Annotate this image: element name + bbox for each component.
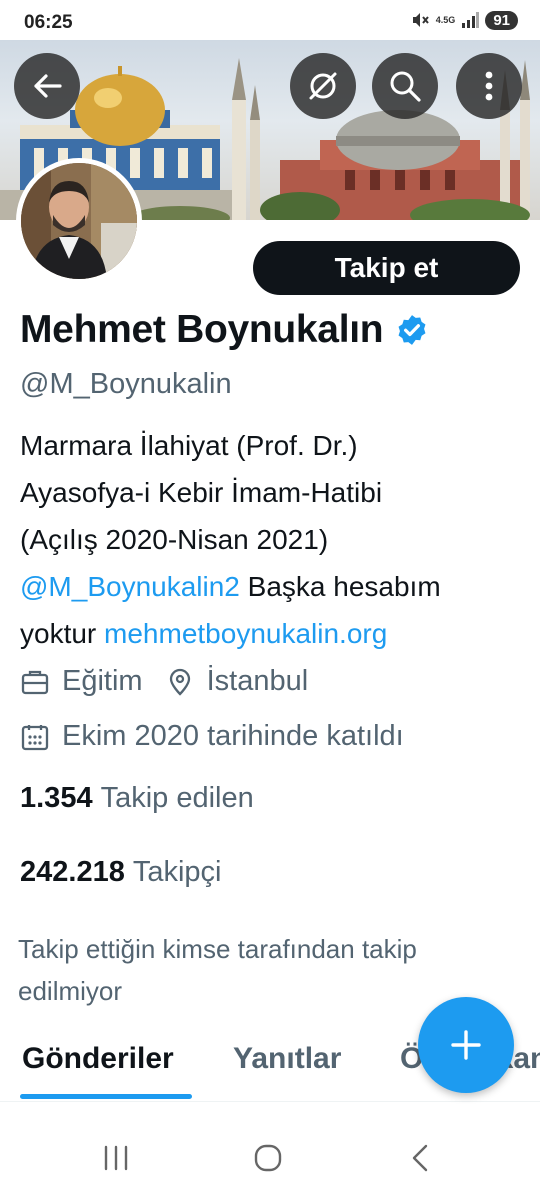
- calendar-icon: [21, 724, 49, 750]
- profile-meta-row: Ekim 2020 tarihinde katıldı: [20, 720, 404, 753]
- status-icons: 4.5G 91: [410, 10, 518, 30]
- more-vertical-icon: [485, 71, 493, 101]
- bio-line: (Açılış 2020-Nisan 2021): [20, 524, 329, 555]
- mute-notifications-button[interactable]: [290, 53, 356, 119]
- following-count: 1.354: [20, 782, 93, 814]
- system-back-button[interactable]: [390, 1138, 450, 1178]
- location-pin-icon: [169, 668, 190, 696]
- tab-replies[interactable]: Yanıtlar: [233, 1042, 341, 1076]
- system-navigation-bar: [0, 1110, 540, 1199]
- bio-text: yoktur: [20, 618, 105, 649]
- back-icon: [412, 1144, 428, 1172]
- briefcase-icon: [21, 670, 49, 694]
- bio-line: Ayasofya-i Kebir İmam-Hatibi: [20, 477, 383, 508]
- status-time: 06:25: [24, 12, 73, 33]
- following-count-link[interactable]: 1.354 Takip edilen: [20, 782, 254, 815]
- active-tab-indicator: [20, 1094, 192, 1099]
- bio-text: Başka hesabım: [239, 571, 441, 602]
- profile-category: Eğitim: [62, 665, 143, 697]
- arrow-left-icon: [34, 74, 62, 98]
- compose-post-button[interactable]: [418, 997, 514, 1093]
- home-button[interactable]: [238, 1138, 298, 1178]
- signal-icon: [462, 12, 480, 28]
- bio-line: @M_Boynukalin2 Başka hesabım: [20, 563, 525, 610]
- recent-apps-icon: [104, 1145, 128, 1171]
- plus-icon: [451, 1030, 481, 1060]
- avatar-image: [21, 163, 137, 279]
- joined-date: Ekim 2020 tarihinde katıldı: [62, 720, 404, 752]
- bio-line: yoktur mehmetboynukalin.org: [20, 610, 525, 657]
- display-name: Mehmet Boynukalın: [20, 308, 384, 351]
- status-bar: 06:25 4.5G 91: [0, 0, 540, 44]
- search-button[interactable]: [372, 53, 438, 119]
- name-row: Mehmet Boynukalın: [20, 308, 429, 352]
- mute-icon: [412, 13, 429, 27]
- profile-handle: @M_Boynukalin: [20, 368, 232, 400]
- followers-count: 242.218: [20, 856, 125, 888]
- network-label: 4.5G: [435, 15, 456, 25]
- follow-button[interactable]: Takip et: [253, 241, 520, 295]
- verified-badge-icon[interactable]: [395, 313, 429, 347]
- profile-meta-row: Eğitim İstanbul: [20, 665, 308, 698]
- recent-apps-button[interactable]: [86, 1138, 146, 1178]
- bell-off-icon: [309, 72, 337, 100]
- back-button[interactable]: [14, 53, 80, 119]
- following-label: Takip edilen: [100, 782, 254, 814]
- more-options-button[interactable]: [456, 53, 522, 119]
- bio-line: Marmara İlahiyat (Prof. Dr.): [20, 430, 358, 461]
- profile-avatar[interactable]: [16, 158, 142, 284]
- bio-mention-link[interactable]: @M_Boynukalin2: [20, 571, 240, 602]
- battery-icon: 91: [485, 10, 518, 30]
- followers-label: Takipçi: [132, 856, 222, 888]
- website-link[interactable]: mehmetboynukalin.org: [104, 618, 387, 649]
- followers-count-link[interactable]: 242.218 Takipçi: [20, 856, 221, 889]
- tab-posts[interactable]: Gönderiler: [22, 1042, 174, 1076]
- profile-bio: Marmara İlahiyat (Prof. Dr.) Ayasofya-i …: [20, 422, 525, 657]
- not-followed-note: Takip ettiğin kimse tarafından takip edi…: [18, 934, 417, 1006]
- profile-location: İstanbul: [206, 665, 309, 697]
- home-icon: [254, 1144, 282, 1172]
- search-icon: [390, 71, 421, 102]
